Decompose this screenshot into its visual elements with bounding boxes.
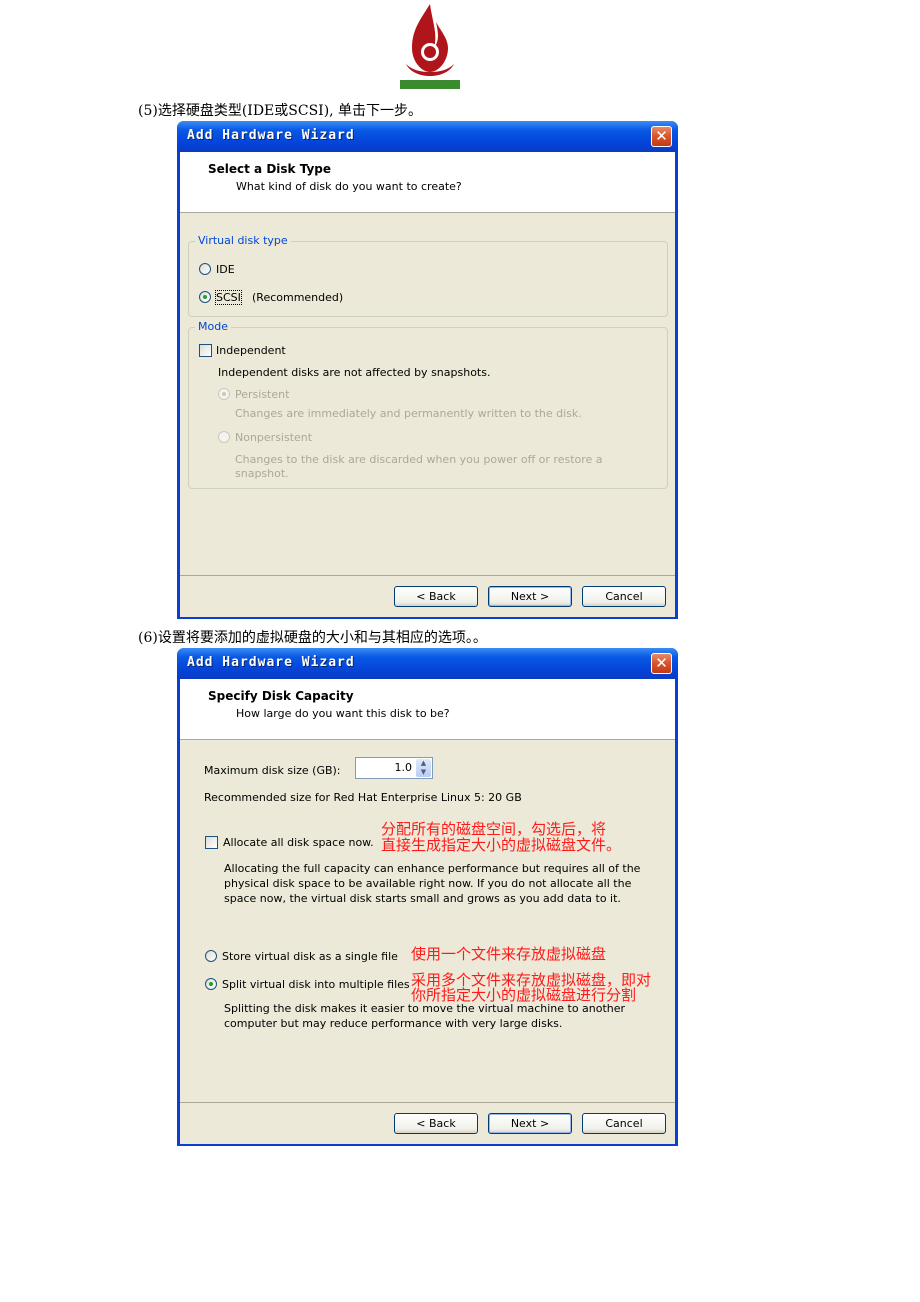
window-title: Add Hardware Wizard [187,128,355,143]
close-icon: ✕ [655,127,668,145]
ide-label[interactable]: IDE [216,263,235,276]
header-title: Select a Disk Type [208,162,332,176]
college-logo [390,0,470,92]
split-files-label[interactable]: Split virtual disk into multiple files [222,978,410,991]
next-button[interactable]: Next > [488,586,572,607]
header-title: Specify Disk Capacity [208,689,354,703]
add-hardware-wizard-disk-capacity: Add Hardware Wizard ✕ Specify Disk Capac… [177,648,678,1146]
max-disk-size-label: Maximum disk size (GB): [204,764,341,777]
spinner-arrows[interactable]: ▲ ▼ [416,759,431,777]
annotation-allocate-line2: 直接生成指定大小的虚拟磁盘文件。 [381,836,622,854]
single-file-radio[interactable] [205,950,217,962]
step6-caption: (6)设置将要添加的虚拟硬盘的大小和与其相应的选项。。 [138,630,487,646]
allocate-all-label[interactable]: Allocate all disk space now. [223,836,374,849]
virtual-disk-type-group: Virtual disk type IDE SCSI (Recommended) [188,234,668,317]
back-button[interactable]: < Back [394,1113,478,1134]
window-title: Add Hardware Wizard [187,655,355,670]
title-bar: Add Hardware Wizard ✕ [177,121,678,152]
back-button[interactable]: < Back [394,586,478,607]
max-disk-size-spinner[interactable]: 1.0 ▲ ▼ [355,757,433,779]
max-disk-size-value[interactable]: 1.0 [395,761,413,774]
annotation-split-line2: 你所指定大小的虚拟磁盘进行分割 [411,986,637,1004]
mode-group: Mode Independent Independent disks are n… [188,320,668,489]
cancel-button[interactable]: Cancel [582,586,666,607]
ide-radio[interactable] [199,263,211,275]
split-description-1: Splitting the disk makes it easier to mo… [224,1002,626,1015]
split-description-2: computer but may reduce performance with… [224,1017,563,1030]
wizard-body: Maximum disk size (GB): 1.0 ▲ ▼ Recommend… [180,740,675,1102]
close-button[interactable]: ✕ [651,126,672,147]
wizard-header: Specify Disk Capacity How large do you w… [180,679,675,740]
header-subtitle: How large do you want this disk to be? [236,707,450,720]
persistent-description: Changes are immediately and permanently … [235,407,582,420]
scsi-recommended-note: (Recommended) [252,291,344,304]
scsi-label[interactable]: SCSI [215,290,242,305]
close-button[interactable]: ✕ [651,653,672,674]
persistent-radio[interactable] [218,388,230,400]
independent-description: Independent disks are not affected by sn… [218,366,491,379]
annotation-single-file: 使用一个文件来存放虚拟磁盘 [411,945,607,963]
single-file-label[interactable]: Store virtual disk as a single file [222,950,398,963]
chevron-down-icon[interactable]: ▼ [421,768,426,776]
add-hardware-wizard-disk-type: Add Hardware Wizard ✕ Select a Disk Type… [177,121,678,619]
nonpersistent-description: Changes to the disk are discarded when y… [235,453,603,466]
wizard-footer: < Back Next > Cancel [180,575,675,617]
cancel-button[interactable]: Cancel [582,1113,666,1134]
next-button[interactable]: Next > [488,1113,572,1134]
wizard-footer: < Back Next > Cancel [180,1102,675,1144]
header-subtitle: What kind of disk do you want to create? [236,180,462,193]
persistent-label[interactable]: Persistent [235,388,289,401]
scsi-radio[interactable] [199,291,211,303]
independent-checkbox[interactable] [199,344,212,357]
allocate-description-1: Allocating the full capacity can enhance… [224,862,641,875]
split-files-radio[interactable] [205,978,217,990]
nonpersistent-label[interactable]: Nonpersistent [235,431,312,444]
group-legend: Virtual disk type [195,234,291,247]
wizard-body: Virtual disk type IDE SCSI (Recommended)… [180,213,675,575]
nonpersistent-radio[interactable] [218,431,230,443]
nonpersistent-description-cont: snapshot. [235,467,289,480]
step5-caption: (5)选择硬盘类型(IDE或SCSI), 单击下一步。 [138,103,423,119]
allocate-description-2: physical disk space to be available righ… [224,877,632,890]
recommended-size-text: Recommended size for Red Hat Enterprise … [204,791,522,804]
allocate-all-checkbox[interactable] [205,836,218,849]
group-legend: Mode [195,320,231,333]
title-bar: Add Hardware Wizard ✕ [177,648,678,679]
wizard-header: Select a Disk Type What kind of disk do … [180,152,675,213]
close-icon: ✕ [655,654,668,672]
independent-label[interactable]: Independent [216,344,286,357]
chevron-up-icon[interactable]: ▲ [421,759,426,767]
allocate-description-3: space now, the virtual disk starts small… [224,892,621,905]
annotation-allocate-line1: 分配所有的磁盘空间，勾选后，将 [381,820,607,838]
